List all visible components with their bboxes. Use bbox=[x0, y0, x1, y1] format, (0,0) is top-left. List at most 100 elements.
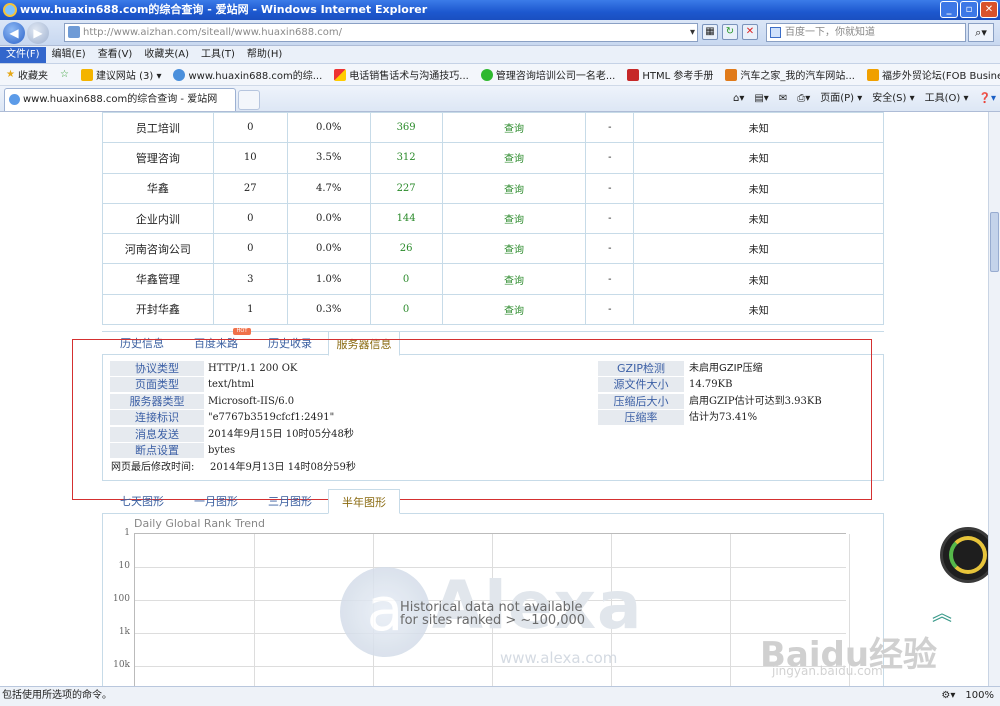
home-icon[interactable]: ⌂▾ bbox=[733, 90, 744, 108]
tab-1month[interactable]: 一月图形 bbox=[182, 490, 250, 513]
count-cell: 10 bbox=[212, 142, 288, 174]
index-cell: 26 bbox=[369, 233, 443, 265]
forward-button[interactable]: ▶ bbox=[27, 22, 49, 44]
cmd-page[interactable]: 页面(P) ▾ bbox=[820, 90, 862, 108]
compat-view-icon[interactable]: ▦ bbox=[702, 24, 718, 40]
percent-cell: 0.0% bbox=[286, 202, 371, 235]
query-link[interactable]: 查询 bbox=[441, 293, 587, 326]
query-link[interactable]: 查询 bbox=[441, 142, 587, 174]
compass-widget[interactable] bbox=[940, 527, 988, 583]
fav-item-autohome[interactable]: 汽车之家_我的汽车网站... bbox=[719, 67, 861, 82]
minimize-button[interactable]: _ bbox=[940, 1, 958, 18]
status-text: 包括使用所选项的命令。 bbox=[2, 690, 112, 701]
index-cell: 369 bbox=[369, 112, 443, 144]
dash-cell: - bbox=[585, 263, 635, 295]
home-site-icon bbox=[725, 68, 738, 81]
keyword-name: 华鑫管理 bbox=[102, 263, 214, 295]
cmd-tools[interactable]: 工具(O) ▾ bbox=[925, 90, 969, 108]
percent-cell: 4.7% bbox=[286, 172, 371, 204]
table-row: 开封华鑫 1 0.3% 0 查询 - 未知 bbox=[102, 293, 884, 326]
mail-icon[interactable]: ✉ bbox=[779, 90, 787, 108]
percent-cell: 3.5% bbox=[286, 142, 371, 174]
count-cell: 0 bbox=[212, 112, 288, 144]
back-button[interactable]: ◀ bbox=[3, 22, 25, 44]
tab-active[interactable]: www.huaxin688.com的综合查询 - 爱站网 bbox=[4, 88, 236, 111]
query-link[interactable]: 查询 bbox=[441, 233, 587, 265]
new-tab-button[interactable] bbox=[238, 90, 260, 110]
grid-line bbox=[135, 666, 846, 667]
search-input[interactable]: 百度一下，你就知道 bbox=[766, 23, 966, 42]
tab-6month[interactable]: 半年图形 bbox=[328, 489, 400, 514]
alexa-url: www.alexa.com bbox=[500, 649, 618, 667]
query-link[interactable]: 查询 bbox=[441, 112, 587, 144]
fav-item-suggested[interactable]: 建议网站 (3) ▾ bbox=[75, 67, 168, 82]
menu-help[interactable]: 帮助(H) bbox=[241, 47, 288, 63]
menu-file[interactable]: 文件(F) bbox=[0, 46, 46, 63]
table-row: 管理咨询 10 3.5% 312 查询 - 未知 bbox=[102, 142, 884, 174]
add-favorite-button[interactable]: ☆ bbox=[54, 69, 75, 80]
index-cell: 0 bbox=[369, 263, 443, 295]
chart-title: Daily Global Rank Trend bbox=[134, 517, 266, 530]
window-title: www.huaxin688.com的综合查询 - 爱站网 - Windows I… bbox=[20, 3, 428, 16]
grid-line bbox=[254, 534, 255, 686]
menu-tools[interactable]: 工具(T) bbox=[195, 47, 241, 63]
address-input[interactable]: http://www.aizhan.com/siteall/www.huaxin… bbox=[64, 23, 698, 42]
dash-cell: - bbox=[585, 172, 635, 204]
index-cell: 312 bbox=[369, 142, 443, 174]
menu-favorites[interactable]: 收藏夹(A) bbox=[138, 47, 195, 63]
menu-edit[interactable]: 编辑(E) bbox=[46, 47, 92, 63]
chart-tabs: 七天图形 一月图形 三月图形 半年图形 bbox=[102, 489, 884, 514]
chevron-down-icon[interactable]: ▾ bbox=[690, 24, 695, 41]
fav-item-consulting[interactable]: 管理咨询培训公司一名老... bbox=[475, 67, 622, 82]
fav-item-fob[interactable]: 福步外贸论坛(FOB Busines... bbox=[861, 67, 1000, 82]
stop-icon[interactable]: ✕ bbox=[742, 24, 758, 40]
fav-item-huaxin[interactable]: www.huaxin688.com的综... bbox=[167, 67, 328, 82]
close-button[interactable]: ✕ bbox=[980, 1, 998, 18]
maximize-button[interactable]: ▫ bbox=[960, 1, 978, 18]
help-icon[interactable]: ❓▾ bbox=[979, 90, 996, 108]
favorites-bar: ★ 收藏夹 ☆ 建议网站 (3) ▾ www.huaxin688.com的综...… bbox=[0, 64, 1000, 86]
star-icon: ★ bbox=[6, 69, 15, 80]
fav-item-sales[interactable]: 电话销售话术与沟通技巧... bbox=[328, 67, 475, 82]
fav-item-html[interactable]: HTML 参考手册 bbox=[621, 67, 719, 82]
query-link[interactable]: 查询 bbox=[441, 172, 587, 204]
index-cell: 144 bbox=[369, 202, 443, 235]
query-link[interactable]: 查询 bbox=[441, 202, 587, 235]
security-zone-icon[interactable]: ⚙▾ bbox=[941, 687, 955, 705]
ytick-10: 10 bbox=[118, 561, 130, 571]
search-button[interactable]: ⌕▾ bbox=[968, 23, 994, 42]
tab-7day[interactable]: 七天图形 bbox=[108, 490, 176, 513]
status-cell: 未知 bbox=[633, 202, 884, 235]
grid-line bbox=[730, 534, 731, 686]
vertical-scrollbar[interactable] bbox=[988, 112, 1000, 686]
scroll-thumb[interactable] bbox=[990, 212, 999, 272]
keyword-table: 员工培训 0 0.0% 369 查询 - 未知 管理咨询 10 3.5% 312 查询 - 未知 华鑫 27 4… bbox=[102, 112, 884, 326]
forum-icon bbox=[866, 68, 879, 81]
count-cell: 1 bbox=[212, 293, 288, 326]
cmd-safety[interactable]: 安全(S) ▾ bbox=[872, 90, 914, 108]
feeds-icon[interactable]: ▤▾ bbox=[754, 90, 768, 108]
status-cell: 未知 bbox=[633, 293, 884, 326]
status-cell: 未知 bbox=[633, 142, 884, 174]
count-cell: 0 bbox=[212, 202, 288, 235]
print-icon[interactable]: ⎙▾ bbox=[797, 90, 810, 108]
hot-badge: HOT bbox=[233, 328, 251, 335]
favorites-button[interactable]: ★ 收藏夹 bbox=[0, 67, 54, 82]
page-content: 员工培训 0 0.0% 369 查询 - 未知 管理咨询 10 3.5% 312 查询 - 未知 华鑫 27 4… bbox=[0, 112, 988, 686]
query-link[interactable]: 查询 bbox=[441, 263, 587, 295]
zoom-level[interactable]: 100% bbox=[965, 687, 994, 705]
ytick-10k: 10k bbox=[113, 660, 130, 670]
ie-page-icon bbox=[173, 68, 186, 81]
chart-message: Historical data not available for sites … bbox=[400, 600, 586, 628]
dash-cell: - bbox=[585, 112, 635, 144]
menu-view[interactable]: 查看(V) bbox=[92, 47, 139, 63]
dash-cell: - bbox=[585, 142, 635, 174]
search-provider-icon bbox=[770, 27, 781, 38]
baidu-url: jingyan.baidu.com bbox=[772, 664, 883, 678]
tab-3month[interactable]: 三月图形 bbox=[256, 490, 324, 513]
table-row: 华鑫管理 3 1.0% 0 查询 - 未知 bbox=[102, 263, 884, 295]
table-row: 企业内训 0 0.0% 144 查询 - 未知 bbox=[102, 202, 884, 235]
status-cell: 未知 bbox=[633, 172, 884, 204]
refresh-icon[interactable]: ↻ bbox=[722, 24, 738, 40]
scroll-top-icon[interactable]: ︽ bbox=[932, 597, 952, 626]
